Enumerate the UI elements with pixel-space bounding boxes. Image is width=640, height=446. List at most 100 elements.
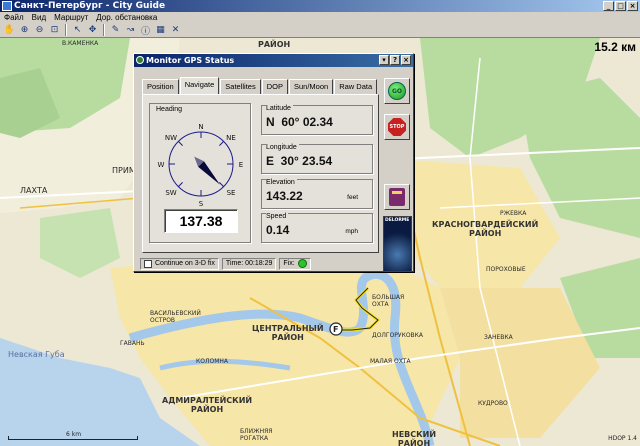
heading-label: Heading	[156, 106, 183, 113]
svg-text:F: F	[333, 325, 338, 334]
minimize-button[interactable]: _	[603, 1, 614, 11]
map-label-rzhevka: РЖЕВКА	[500, 210, 527, 217]
map-label-blizhnyaya-rogatka: БЛИЖНЯЯ РОГАТКА	[240, 428, 273, 442]
map-label-neva-bay: Невская Губа	[8, 350, 65, 359]
tab-raw-data[interactable]: Raw Data	[334, 79, 378, 94]
select-arrow-icon[interactable]: ↖	[71, 24, 84, 36]
map-label-vasilievsky: ВАСИЛЬЕВСКИЙ ОСТРОВ	[150, 310, 201, 324]
dialog-controls: ▾ ? ×	[379, 55, 411, 65]
compass-s: S	[199, 200, 204, 208]
delorme-globe-logo: DELORME	[383, 216, 412, 272]
tab-sun-moon[interactable]: Sun/Moon	[289, 79, 334, 94]
longitude-group: Longitude E 30° 23.54	[261, 144, 373, 174]
map-label-kolomna: КОЛОМНА	[196, 358, 229, 365]
navigate-panel: Heading N NE E SE S SW W NW 137.38 Latit…	[142, 94, 379, 253]
time-cell: Time: 00:18:29	[221, 257, 277, 270]
latitude-group: Latitude N 60° 02.34	[261, 105, 373, 135]
zoom-window-icon[interactable]: ⊡	[48, 24, 61, 36]
zoom-in-icon[interactable]: ⊕	[18, 24, 31, 36]
dialog-menu-button[interactable]: ▾	[379, 55, 389, 65]
compass-w: W	[158, 161, 165, 169]
map-label-admiralteysky: АДМИРАЛТЕЙСКИЙ РАЙОН	[162, 396, 253, 414]
hdop-readout: HDOP 1.4	[608, 435, 637, 442]
heading-group: Heading N NE E SE S SW W NW 137.38	[149, 103, 251, 243]
gps-icon[interactable]: ✥	[86, 24, 99, 36]
stop-button[interactable]: STOP	[384, 114, 410, 140]
app-title: Санкт-Петербург - City Guide	[14, 1, 166, 11]
maximize-button[interactable]: □	[615, 1, 626, 11]
book-icon	[389, 188, 405, 206]
map-label-nevsky: НЕВСКИЙ РАЙОН	[392, 430, 437, 446]
zoom-out-icon[interactable]: ⊖	[33, 24, 46, 36]
fix-cell: Fix:	[279, 257, 311, 270]
info-icon[interactable]: ⓘ	[139, 24, 152, 37]
route-icon[interactable]: ↝	[124, 24, 137, 36]
app-title-bar: Санкт-Петербург - City Guide _ □ ×	[0, 0, 640, 12]
tab-position[interactable]: Position	[142, 79, 179, 94]
dialog-title-bar[interactable]: Monitor GPS Status ▾ ? ×	[134, 54, 413, 67]
time-label: Time:	[225, 260, 244, 267]
toolbar: ✋ ⊕ ⊖ ⊡ ↖ ✥ ✎ ↝ ⓘ ▦ ✕	[0, 23, 640, 38]
heading-needle	[194, 156, 220, 185]
edit-icon[interactable]: ✎	[109, 24, 122, 36]
dialog-close-button[interactable]: ×	[401, 55, 411, 65]
map-scale-readout: 15.2 км	[594, 40, 636, 54]
latitude-value: N 60° 02.34	[266, 115, 333, 129]
menu-traffic[interactable]: Дор. обстановка	[92, 13, 161, 22]
menu-view[interactable]: Вид	[28, 13, 50, 22]
gps-status-dialog: Monitor GPS Status ▾ ? × Position Naviga…	[133, 53, 414, 272]
elevation-group: Elevation 143.22 feet	[261, 179, 373, 209]
tab-satellites[interactable]: Satellites	[220, 79, 261, 94]
speed-label: Speed	[266, 213, 289, 220]
menu-file[interactable]: Файл	[0, 13, 28, 22]
time-value: 00:18:29	[245, 260, 273, 267]
map-label-central-district: ЦЕНТРАЛЬНЫЙ РАЙОН	[252, 324, 324, 342]
latitude-label: Latitude	[266, 105, 293, 112]
tab-dop[interactable]: DOP	[261, 79, 288, 94]
map-label-district-n: РАЙОН	[258, 40, 291, 49]
longitude-label: Longitude	[266, 144, 299, 151]
fix-indicator-icon	[297, 259, 307, 268]
toolbar-separator	[65, 24, 67, 36]
compass-e: E	[239, 161, 243, 169]
compass-ne: NE	[226, 134, 236, 142]
map-label-lakhta: ЛАХТА	[20, 186, 48, 195]
grid-icon[interactable]: ▦	[154, 24, 167, 36]
checkbox-box[interactable]	[144, 259, 152, 268]
go-button[interactable]: GO	[384, 78, 410, 104]
map-label-kudrovo: КУДРОВО	[478, 400, 508, 407]
map-label-porokhovye: ПОРОХОВЫЕ	[486, 266, 526, 273]
close-button[interactable]: ×	[627, 1, 638, 11]
compass-n: N	[198, 123, 203, 131]
speed-group: Speed 0.14 mph	[261, 213, 373, 243]
hand-icon[interactable]: ✋	[3, 24, 16, 36]
heading-value: 137.38	[164, 209, 238, 233]
close-layer-icon[interactable]: ✕	[169, 24, 182, 36]
elevation-value: 143.22	[266, 189, 303, 203]
map-label-krasnogvardeysky: КРАСНОГВАРДЕЙСКИЙ РАЙОН	[432, 220, 539, 238]
dialog-title: Monitor GPS Status	[146, 56, 235, 65]
map-label-kamenka: В.КАМЕНКА	[62, 40, 99, 47]
stop-icon: STOP	[388, 118, 406, 136]
globe-brand-text: DELORME	[385, 218, 410, 223]
menu-route[interactable]: Маршрут	[50, 13, 92, 22]
tab-navigate[interactable]: Navigate	[179, 77, 220, 94]
gps-dialog-icon	[136, 56, 144, 64]
continue-3d-checkbox[interactable]: Continue on 3-D fix	[140, 257, 219, 270]
menu-bar: Файл Вид Маршрут Дор. обстановка	[0, 12, 640, 23]
compass-nw: NW	[165, 134, 177, 142]
map-label-zanevka: ЗАНЕВКА	[484, 334, 513, 341]
map-label-gavan: ГАВАНЬ	[120, 340, 145, 347]
map-scale-bar-label: 6 km	[66, 431, 82, 438]
speed-value: 0.14	[266, 223, 290, 237]
dialog-status-bar: Continue on 3-D fix Time: 00:18:29 Fix:	[140, 257, 334, 270]
log-book-button[interactable]	[384, 184, 410, 210]
map-label-bolshaya-okhta: БОЛЬШАЯ ОХТА	[372, 294, 405, 308]
continue-3d-label: Continue on 3-D fix	[155, 260, 215, 267]
elevation-unit: feet	[347, 194, 358, 201]
toolbar-separator	[103, 24, 105, 36]
compass-sw: SW	[165, 189, 176, 197]
longitude-value: E 30° 23.54	[266, 154, 333, 168]
dialog-help-button[interactable]: ?	[390, 55, 400, 65]
dialog-tabs: Position Navigate Satellites DOP Sun/Moo…	[142, 77, 378, 94]
